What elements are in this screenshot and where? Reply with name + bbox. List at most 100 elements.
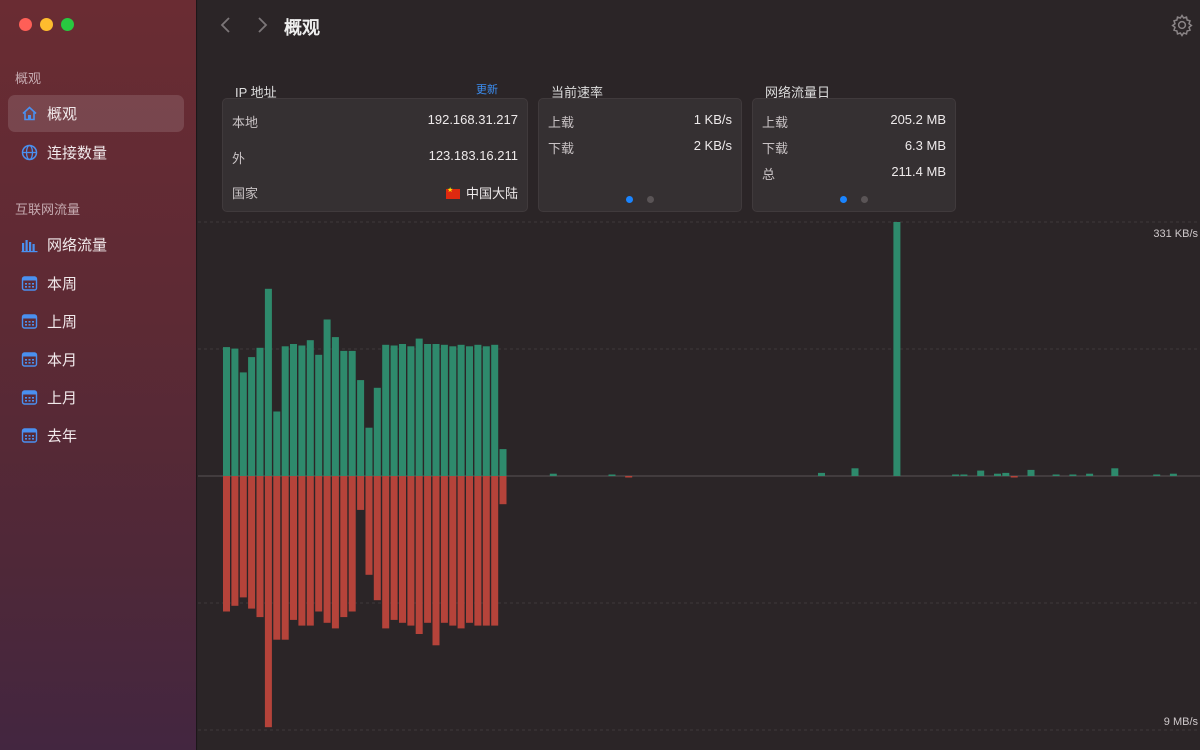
download-bar — [466, 476, 473, 623]
sidebar-item-overview[interactable]: 概观 — [8, 95, 184, 132]
sidebar-item-label: 本月 — [47, 352, 78, 369]
external-ip-label: 外 — [232, 151, 246, 166]
upload-bar — [466, 346, 473, 476]
upload-bar — [373, 387, 381, 476]
sidebar-item-last-year[interactable]: 去年 — [8, 417, 184, 454]
upload-bar — [348, 350, 356, 476]
zoom-window-button[interactable] — [61, 18, 74, 31]
upload-bar — [491, 344, 499, 476]
settings-button[interactable] — [1170, 13, 1194, 37]
download-bar — [625, 476, 633, 478]
upload-bar — [315, 354, 323, 476]
download-bar — [365, 476, 373, 575]
upload-bar — [357, 380, 365, 476]
sidebar-item-label: 去年 — [47, 428, 78, 445]
section-label-overview: 概观 — [15, 71, 42, 86]
page-dot[interactable] — [840, 196, 847, 203]
refresh-button[interactable]: 更新 — [476, 81, 498, 97]
download-bar — [298, 476, 306, 626]
upload-bar — [1052, 474, 1060, 476]
daily-total-value: 211.4 MB — [891, 164, 946, 179]
upload-bar — [449, 346, 457, 476]
upload-bar — [331, 337, 339, 476]
download-bar — [1010, 476, 1018, 478]
traffic-chart-svg — [198, 221, 1200, 731]
download-bar — [331, 476, 339, 629]
external-ip-row: 外 123.183.16.211 — [232, 148, 518, 167]
upload-bar — [1111, 468, 1119, 476]
upload-bar — [499, 449, 507, 476]
upload-bar — [1069, 474, 1077, 476]
download-bar — [424, 476, 432, 623]
upload-bar — [994, 473, 1001, 476]
chevron-right-icon — [258, 17, 268, 33]
download-bar — [449, 476, 457, 626]
download-bar — [223, 476, 230, 612]
upload-bar — [231, 348, 239, 476]
daily-upload-row: 上载 205.2 MB — [762, 112, 946, 131]
upload-bar — [306, 340, 314, 476]
download-bar — [457, 476, 465, 629]
sidebar-item-last-month[interactable]: 上月 — [8, 379, 184, 416]
upload-bar — [893, 222, 901, 476]
upload-bar — [432, 344, 440, 476]
page-indicator — [539, 196, 741, 203]
upload-bar — [239, 372, 247, 476]
upload-max-label: 331 KB/s — [1153, 228, 1198, 240]
home-icon — [20, 105, 38, 123]
forward-button[interactable] — [252, 14, 272, 36]
download-speed-value: 2 KB/s — [693, 138, 732, 153]
local-ip-row: 本地 192.168.31.217 — [232, 112, 518, 131]
download-bar — [281, 476, 289, 640]
upload-bar — [415, 338, 423, 476]
upload-bar — [440, 344, 448, 476]
country-row: 国家 中国大陆 — [232, 183, 518, 202]
page-dot[interactable] — [861, 196, 868, 203]
minimize-window-button[interactable] — [40, 18, 53, 31]
calendar-icon — [20, 313, 38, 331]
country-label: 国家 — [232, 186, 259, 201]
sidebar-item-traffic[interactable]: 网络流量 — [8, 226, 184, 263]
upload-bar — [608, 474, 616, 476]
download-bar — [231, 476, 239, 606]
download-bar — [373, 476, 381, 601]
download-bar — [348, 476, 356, 612]
download-bar — [248, 476, 256, 609]
calendar-icon — [20, 427, 38, 445]
page-dot[interactable] — [626, 196, 633, 203]
download-speed-label: 下载 — [548, 141, 575, 156]
sidebar-item-connections[interactable]: 连接数量 — [8, 134, 184, 171]
download-bar — [432, 476, 440, 646]
upload-bar — [323, 319, 331, 476]
download-bar — [382, 476, 390, 629]
close-window-button[interactable] — [19, 18, 32, 31]
country-value: 中国大陆 — [465, 186, 518, 201]
upload-bar — [977, 470, 985, 476]
upload-bar — [952, 474, 960, 476]
sidebar-item-this-week[interactable]: 本周 — [8, 265, 184, 302]
daily-total-row: 总 211.4 MB — [762, 164, 946, 183]
back-button[interactable] — [216, 14, 236, 36]
upload-bar — [340, 350, 348, 476]
china-flag-icon — [445, 186, 460, 199]
upload-speed-label: 上载 — [548, 115, 575, 130]
upload-bar — [482, 346, 490, 476]
upload-bar — [1169, 473, 1177, 476]
upload-bar — [474, 344, 482, 476]
traffic-chart: 331 KB/s 9 MB/s — [198, 214, 1200, 750]
upload-bar — [818, 472, 825, 476]
page-dot[interactable] — [647, 196, 654, 203]
download-bar — [290, 476, 297, 620]
upload-bar — [365, 427, 373, 476]
download-bar — [323, 476, 331, 623]
sidebar-item-last-week[interactable]: 上周 — [8, 303, 184, 340]
upload-bar — [281, 346, 289, 476]
page-title: 概观 — [284, 18, 320, 38]
upload-bar — [1027, 469, 1035, 476]
sidebar-item-this-month[interactable]: 本月 — [8, 341, 184, 378]
chevron-left-icon — [220, 17, 230, 33]
upload-bar — [223, 347, 230, 476]
download-bar — [482, 476, 490, 626]
upload-bar — [273, 411, 281, 476]
sidebar-item-label: 上周 — [47, 314, 78, 331]
